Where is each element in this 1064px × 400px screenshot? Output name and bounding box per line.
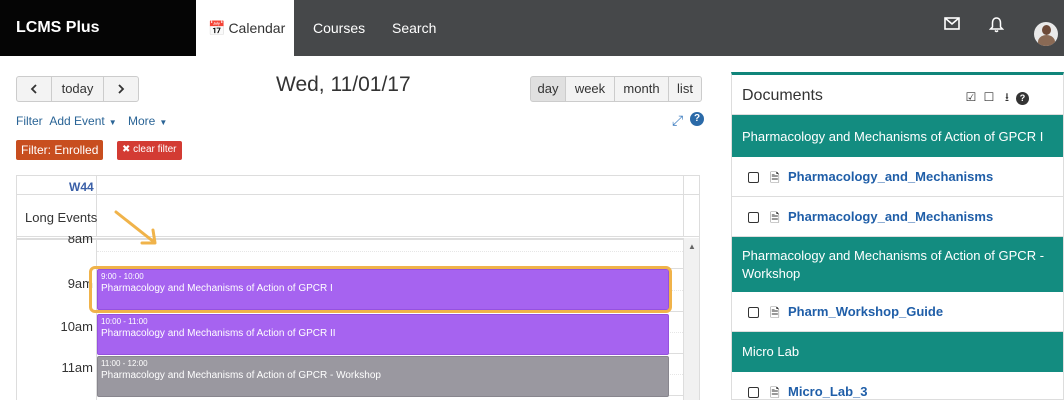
filter-badge[interactable]: Filter: Enrolled — [16, 140, 104, 160]
time-label-10am: 10am — [60, 319, 93, 334]
scroll-up-icon[interactable]: ▲ — [688, 242, 696, 251]
doc-name[interactable]: Pharm_Workshop_Guide — [788, 304, 943, 319]
download-icon[interactable]: ⭳ — [998, 88, 1016, 109]
event-highlight-box — [89, 266, 672, 313]
view-month-button[interactable]: month — [614, 76, 669, 102]
event-title: Pharmacology and Mechanisms of Action of… — [101, 370, 381, 381]
documents-title: Documents — [742, 87, 823, 104]
close-icon: ✖ — [122, 144, 131, 155]
doc-item[interactable]: 🗎 Micro_Lab_3 — [732, 372, 1063, 400]
caret-down-icon: ▼ — [108, 118, 117, 127]
view-list-button[interactable]: list — [668, 76, 702, 102]
event-time: 11:00 - 12:00 — [101, 359, 148, 368]
chevron-left-icon — [30, 84, 37, 94]
today-button[interactable]: today — [51, 76, 104, 102]
mail-icon[interactable] — [944, 0, 960, 56]
more-label: More — [127, 114, 156, 128]
prev-button[interactable] — [16, 76, 52, 102]
caret-down-icon: ▼ — [159, 118, 168, 127]
documents-header: Documents ☑ ☐ ⭳? — [732, 75, 1063, 115]
view-week-button[interactable]: week — [565, 76, 615, 102]
doc-name[interactable]: Pharmacology_and_Mechanisms — [788, 209, 993, 224]
add-event-label: Add Event — [49, 114, 105, 128]
tab-search[interactable]: Search — [392, 0, 436, 56]
date-title: Wed, 11/01/17 — [276, 73, 411, 96]
clear-filter-button[interactable]: ✖ clear filter — [117, 141, 182, 160]
documents-toolbar: ☑ ☐ ⭳? — [962, 88, 1058, 109]
pdf-doc-icon: 🗎 — [770, 211, 780, 225]
event-title: Pharmacology and Mechanisms of Action of… — [101, 328, 336, 339]
event-time: 10:00 - 11:00 — [101, 317, 148, 326]
week-header-row — [17, 176, 699, 195]
long-events-label: Long Events — [25, 210, 98, 225]
doc-item[interactable]: 🗎 Pharmacology_and_Mechanisms — [732, 157, 1063, 197]
week-number: W44 — [69, 180, 94, 194]
doc-section-gpcr-1: Pharmacology and Mechanisms of Action of… — [732, 115, 1063, 157]
pdf-file-icon: 🗎 — [770, 386, 780, 400]
expand-icon[interactable]: ⤢ — [672, 112, 683, 129]
word-file-icon: 🗎 — [770, 306, 780, 320]
tab-calendar-label: Calendar — [228, 20, 286, 36]
calendar-icon: 📅 — [208, 20, 226, 36]
add-event-link[interactable]: Add Event ▼ — [49, 114, 120, 128]
time-label-8am: 8am — [17, 236, 93, 244]
top-navbar: LCMS Plus 📅 Calendar Courses Search — [0, 0, 1064, 56]
doc-name[interactable]: Pharmacology_and_Mechanisms — [788, 169, 993, 184]
doc-checkbox[interactable] — [748, 172, 759, 183]
help-icon[interactable]: ? — [690, 112, 704, 126]
time-label-9am: 9am — [67, 276, 93, 291]
documents-panel: Documents ☑ ☐ ⭳? Pharmacology and Mechanis… — [731, 72, 1064, 400]
doc-section-micro-lab: Micro Lab — [732, 332, 1063, 372]
filter-link[interactable]: Filter — [16, 114, 43, 128]
doc-item[interactable]: 🗎 Pharmacology_and_Mechanisms — [732, 197, 1063, 237]
avatar[interactable] — [1034, 22, 1058, 46]
calendar-scrollbar[interactable]: ▲ — [683, 238, 699, 400]
doc-checkbox[interactable] — [748, 307, 759, 318]
brand-logo[interactable]: LCMS Plus — [0, 0, 196, 56]
tab-calendar[interactable]: 📅 Calendar — [196, 0, 294, 56]
event-gpcr-2[interactable]: 10:00 - 11:00 Pharmacology and Mechanism… — [97, 314, 669, 355]
view-day-button[interactable]: day — [530, 76, 566, 102]
event-gpcr-workshop[interactable]: 11:00 - 12:00 Pharmacology and Mechanism… — [97, 356, 669, 397]
pdf-file-icon: 🗎 — [770, 171, 780, 185]
tab-courses[interactable]: Courses — [313, 0, 365, 56]
annotation-arrow-icon — [114, 210, 157, 245]
calendar-links: Filter Add Event ▼ More ▼ — [16, 114, 175, 128]
more-link[interactable]: More ▼ — [128, 114, 171, 128]
next-button[interactable] — [103, 76, 139, 102]
bell-icon[interactable] — [988, 0, 1005, 56]
doc-item[interactable]: 🗎 Pharm_Workshop_Guide — [732, 292, 1063, 332]
chevron-right-icon — [118, 84, 125, 94]
doc-checkbox[interactable] — [748, 212, 759, 223]
doc-checkbox[interactable] — [748, 387, 759, 398]
clear-filter-label: clear filter — [133, 144, 177, 155]
doc-section-gpcr-workshop: Pharmacology and Mechanisms of Action of… — [732, 237, 1063, 292]
doc-name[interactable]: Micro_Lab_3 — [788, 384, 867, 399]
check-all-icon[interactable]: ☑ — [962, 90, 980, 104]
time-label-8am-text: 8am — [67, 236, 93, 244]
uncheck-all-icon[interactable]: ☐ — [980, 90, 998, 104]
help-icon[interactable]: ? — [1016, 92, 1029, 105]
time-label-11am: 11am — [61, 360, 93, 375]
